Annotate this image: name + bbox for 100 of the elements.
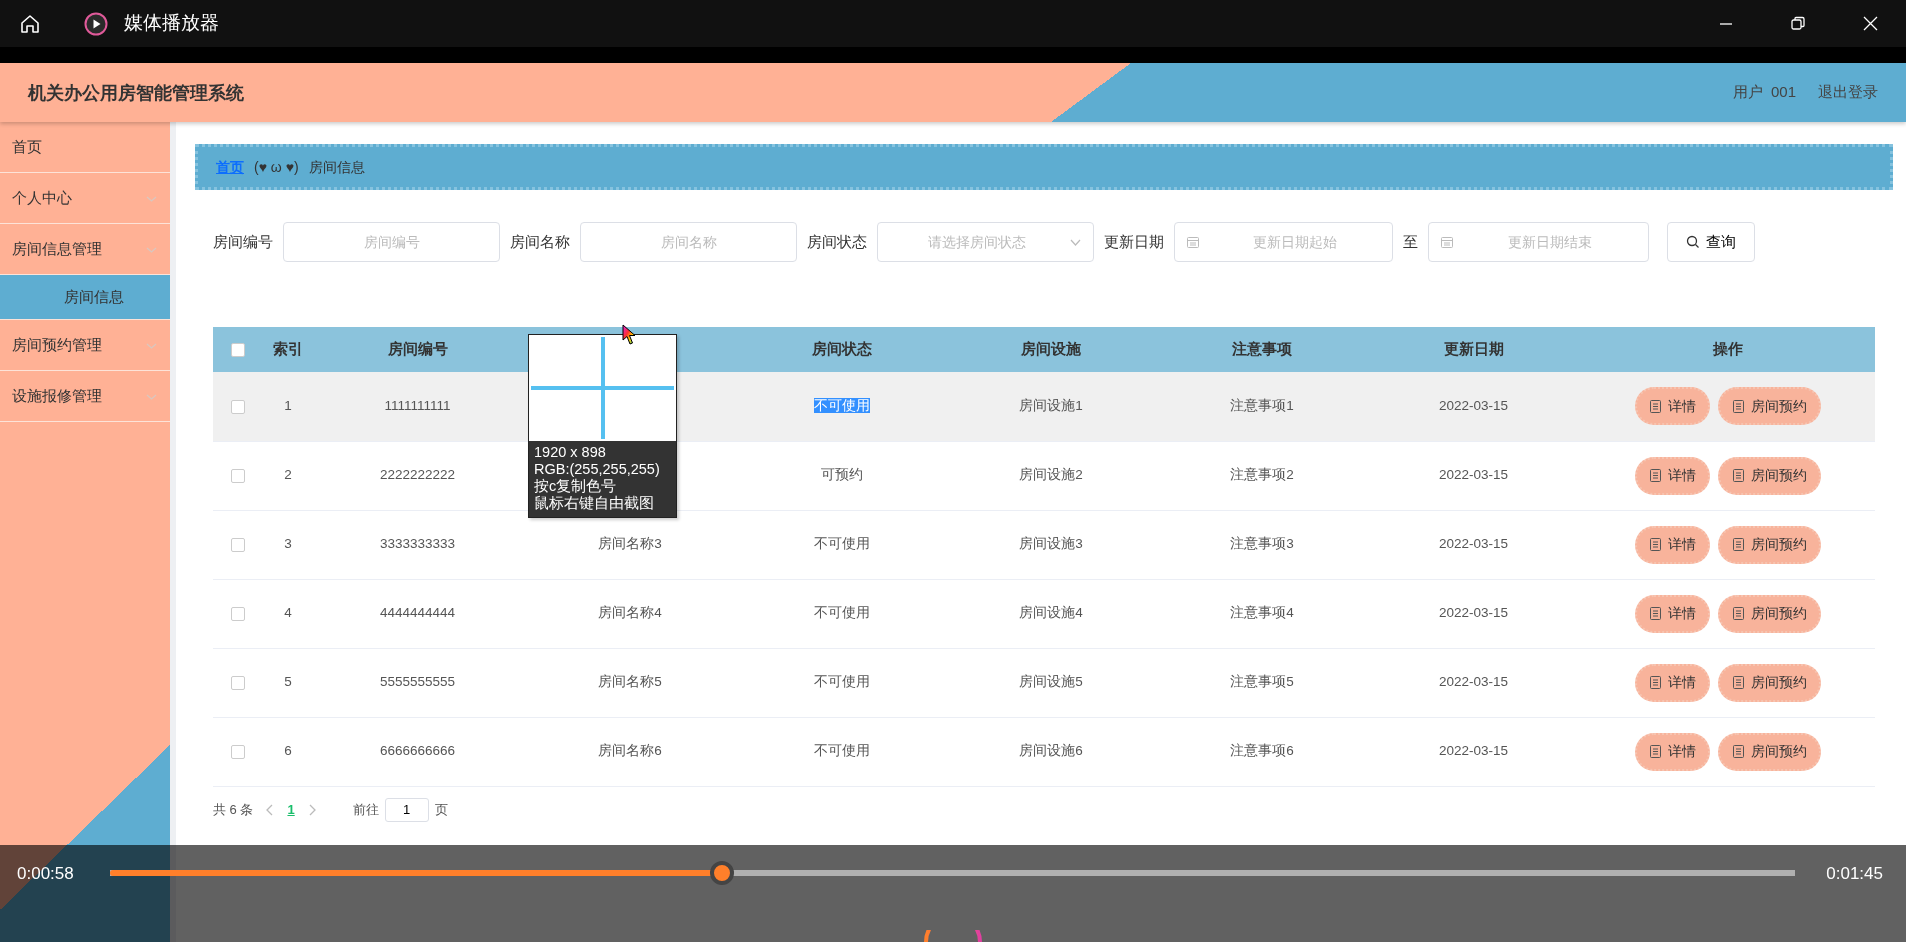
column-header: 索引 bbox=[273, 340, 303, 357]
table-cell: 2022-03-15 bbox=[1438, 536, 1509, 552]
table-cell: 房间设施1 bbox=[1019, 398, 1083, 414]
document-icon bbox=[1731, 537, 1745, 552]
table-cell: 2022-03-15 bbox=[1438, 398, 1509, 414]
calendar-icon bbox=[1186, 235, 1200, 249]
table-cell: 6 bbox=[284, 743, 292, 759]
details-button[interactable]: 详情 bbox=[1634, 663, 1710, 702]
table-cell: 注意事项6 bbox=[1230, 743, 1294, 759]
table-cell: 2022-03-15 bbox=[1438, 467, 1509, 483]
table-cell: 2222222222 bbox=[379, 467, 456, 483]
close-icon bbox=[1861, 15, 1879, 32]
table-cell: 房间名称6 bbox=[598, 743, 662, 759]
sidebar-subitem[interactable]: 房间信息 bbox=[0, 275, 170, 320]
document-icon bbox=[1731, 675, 1745, 690]
picker-text: 1920 x 898 bbox=[534, 444, 607, 461]
reserve-button[interactable]: 房间预约 bbox=[1717, 732, 1821, 771]
details-button[interactable]: 详情 bbox=[1634, 594, 1710, 633]
row-checkbox[interactable] bbox=[231, 399, 245, 414]
app-title: 机关办公用房智能管理系统 bbox=[28, 81, 244, 105]
chevron-down-icon bbox=[1069, 238, 1082, 247]
column-header: 操作 bbox=[1712, 340, 1743, 357]
table-cell: 可预约 bbox=[820, 467, 863, 483]
table-cell: 注意事项4 bbox=[1230, 605, 1294, 621]
table-cell: 注意事项3 bbox=[1230, 536, 1294, 552]
select-field[interactable]: 请选择房间状态 bbox=[877, 222, 1094, 262]
user-id: 001 bbox=[1770, 82, 1796, 103]
details-button[interactable]: 详情 bbox=[1634, 525, 1710, 564]
details-button[interactable]: 详情 bbox=[1634, 456, 1710, 495]
input-field[interactable]: 房间名称 bbox=[580, 222, 797, 262]
table-cell: 2022-03-15 bbox=[1438, 674, 1509, 690]
picker-text: RGB:(255,255,255) bbox=[534, 461, 661, 478]
table-cell: 2 bbox=[284, 467, 292, 483]
restore-icon bbox=[1789, 15, 1807, 32]
table-cell: 注意事项2 bbox=[1230, 467, 1294, 483]
table-cell: 1111111111 bbox=[384, 398, 451, 414]
table-cell: 6666666666 bbox=[379, 743, 456, 759]
filter-label: 至 bbox=[1403, 231, 1418, 252]
table-cell: 2022-03-15 bbox=[1438, 605, 1509, 621]
table-cell: 3333333333 bbox=[379, 536, 456, 552]
table-cell: 不可使用 bbox=[813, 398, 870, 414]
table-cell: 1 bbox=[284, 398, 292, 414]
column-header: 房间设施 bbox=[1021, 340, 1081, 357]
column-header: 更新日期 bbox=[1443, 340, 1504, 357]
document-icon bbox=[1648, 744, 1662, 759]
document-icon bbox=[1731, 606, 1745, 621]
column-header: 房间编号 bbox=[387, 340, 448, 357]
row-checkbox[interactable] bbox=[231, 606, 245, 621]
breadcrumb-separator: (♥ ω ♥) bbox=[254, 157, 299, 177]
search-button[interactable]: 查询 bbox=[1667, 222, 1755, 262]
table-cell: 5555555555 bbox=[379, 674, 456, 690]
table-row[interactable]: 3 3333333333 房间名称3 不可使用 房间设施3 注意事项3 2022-03-15 详情 房间预约 bbox=[213, 510, 1875, 579]
minimize-icon bbox=[1719, 22, 1733, 25]
reserve-button[interactable]: 房间预约 bbox=[1717, 525, 1821, 564]
table-row[interactable]: 6 6666666666 房间名称6 不可使用 房间设施6 注意事项6 2022-03-15 详情 房间预约 bbox=[213, 717, 1875, 786]
picker-text: 按c复制色号 bbox=[534, 478, 618, 495]
page-input[interactable]: 1 bbox=[384, 797, 429, 822]
crosshair-icon bbox=[529, 335, 676, 441]
calendar-icon bbox=[1440, 235, 1454, 249]
table-row[interactable]: 5 5555555555 房间名称5 不可使用 房间设施5 注意事项5 2022-03-15 详情 房间预约 bbox=[213, 648, 1875, 717]
row-checkbox[interactable] bbox=[231, 468, 245, 483]
details-button[interactable]: 详情 bbox=[1634, 387, 1710, 426]
details-button[interactable]: 详情 bbox=[1634, 732, 1710, 771]
table-cell: 房间设施2 bbox=[1019, 467, 1083, 483]
row-checkbox[interactable] bbox=[231, 675, 245, 690]
logout-link[interactable]: 退出登录 bbox=[1818, 81, 1878, 104]
page-suffix: 页 bbox=[434, 800, 448, 819]
table-cell: 房间设施4 bbox=[1019, 605, 1083, 621]
elapsed-time: 0:00:58 bbox=[17, 863, 74, 885]
table-cell: 不可使用 bbox=[813, 743, 870, 759]
table-cell: 2022-03-15 bbox=[1438, 743, 1509, 759]
date-field[interactable]: 更新日期起始 bbox=[1174, 222, 1393, 262]
reserve-button[interactable]: 房间预约 bbox=[1717, 387, 1821, 426]
window-title: 媒体播放器 bbox=[124, 11, 219, 36]
seek-thumb[interactable] bbox=[709, 861, 734, 885]
total-duration: 0:01:45 bbox=[1826, 863, 1883, 885]
input-field[interactable]: 房间编号 bbox=[283, 222, 500, 262]
table-cell: 不可使用 bbox=[813, 674, 870, 690]
table-row[interactable]: 4 4444444444 房间名称4 不可使用 房间设施4 注意事项4 2022-03-15 详情 房间预约 bbox=[213, 579, 1875, 648]
table-cell: 注意事项5 bbox=[1230, 674, 1294, 690]
home-icon bbox=[19, 12, 41, 35]
table-row[interactable]: 1 1111111111 不可使用 房间设施1 注意事项1 2022-03-15 详情 房间预约 bbox=[213, 372, 1875, 441]
document-icon bbox=[1648, 398, 1662, 414]
table-cell: 房间名称5 bbox=[598, 674, 662, 690]
filter-label: 更新日期 bbox=[1104, 231, 1164, 252]
date-field[interactable]: 更新日期结束 bbox=[1428, 222, 1649, 262]
reserve-button[interactable]: 房间预约 bbox=[1717, 663, 1821, 702]
row-checkbox[interactable] bbox=[231, 537, 245, 552]
table-cell: 不可使用 bbox=[813, 536, 870, 552]
total-count: 共 6 条 bbox=[213, 800, 254, 819]
reserve-button[interactable]: 房间预约 bbox=[1717, 456, 1821, 495]
select-all-checkbox[interactable] bbox=[231, 342, 245, 357]
column-header: 注意事项 bbox=[1232, 340, 1292, 357]
search-icon bbox=[1686, 235, 1700, 249]
picker-text: 鼠标右键自由截图 bbox=[534, 495, 655, 512]
row-checkbox[interactable] bbox=[231, 744, 245, 759]
cursor-icon bbox=[622, 324, 638, 346]
table-cell: 房间设施5 bbox=[1019, 674, 1083, 690]
reserve-button[interactable]: 房间预约 bbox=[1717, 594, 1821, 633]
document-icon bbox=[1731, 744, 1745, 759]
